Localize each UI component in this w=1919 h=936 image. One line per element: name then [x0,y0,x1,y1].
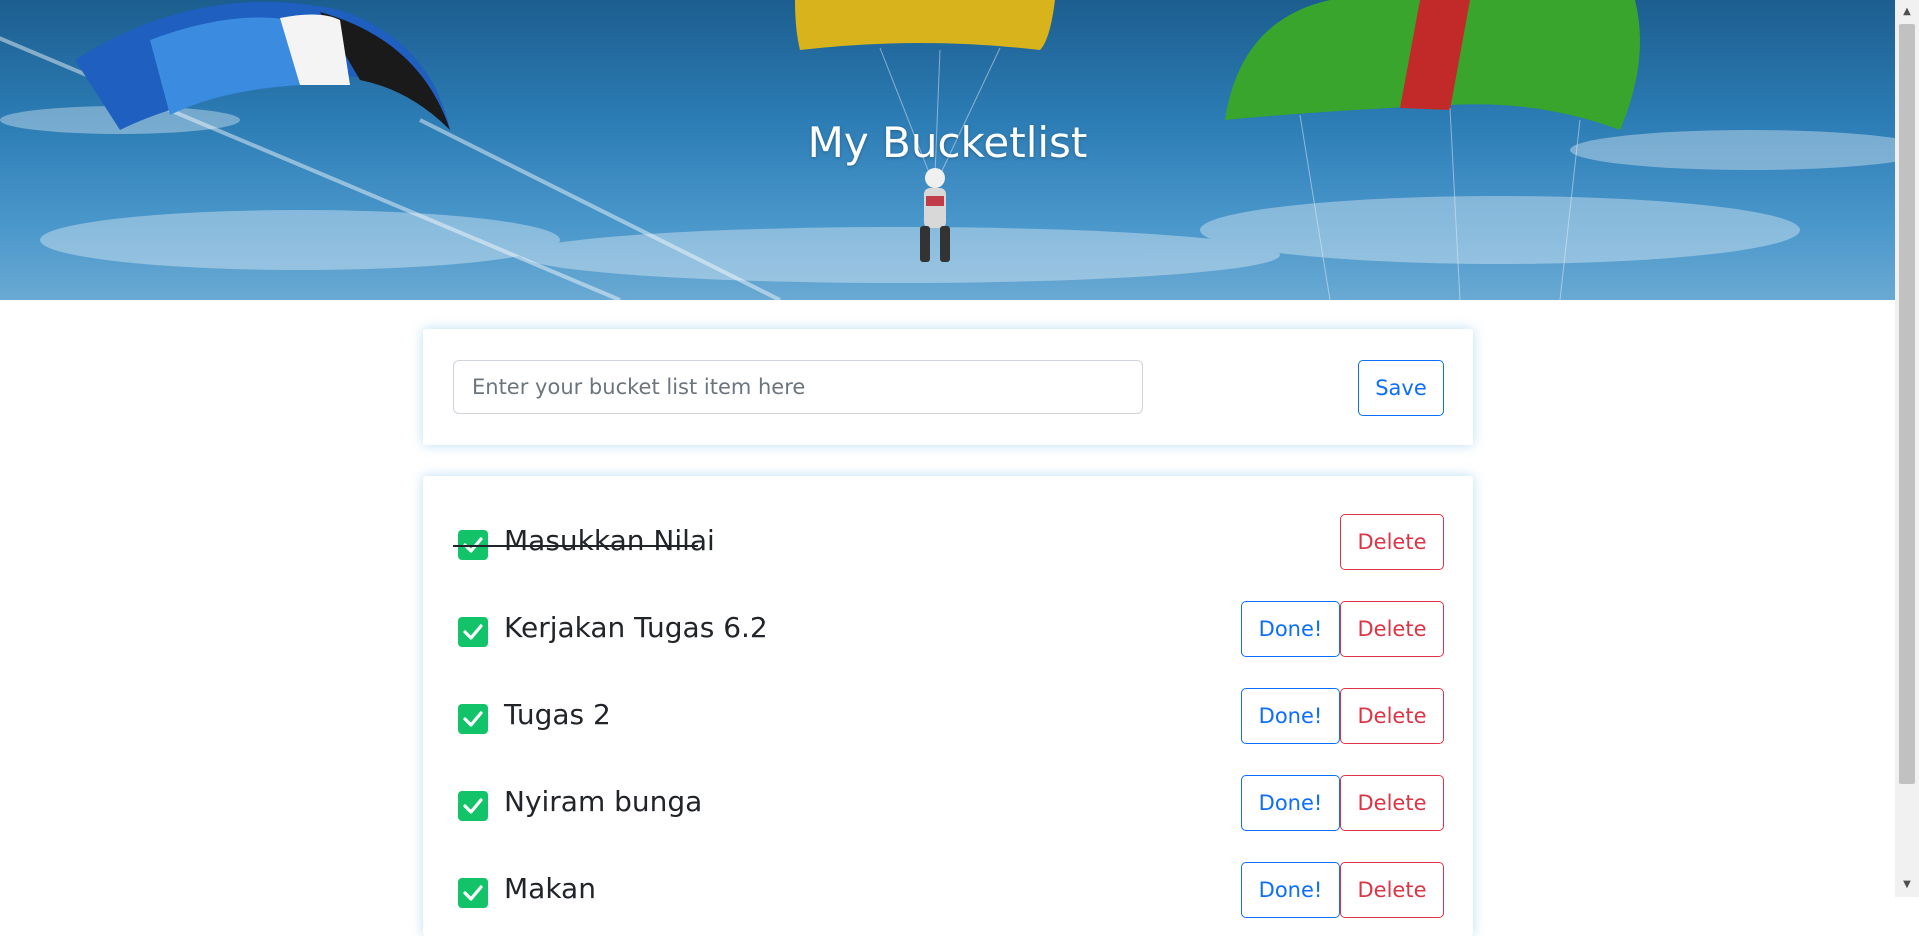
strikethrough-line [453,545,698,547]
scrollbar-thumb[interactable] [1899,24,1915,784]
checkbox[interactable] [458,704,488,734]
add-item-card: Save [423,329,1473,445]
item-text: Masukkan Nilai [504,524,715,557]
check-icon [463,624,483,640]
done-button[interactable]: Done! [1241,688,1340,744]
bucket-list-card: Masukkan Nilai Delete Kerjakan Tugas 6.2… [423,476,1473,936]
hero-banner: My Bucketlist [0,0,1895,300]
check-icon [463,885,483,901]
delete-button[interactable]: Delete [1340,862,1444,918]
item-text: Tugas 2 [504,698,611,731]
done-button[interactable]: Done! [1241,775,1340,831]
scroll-down-arrow-icon[interactable]: ▼ [1895,875,1919,895]
checkbox[interactable] [458,791,488,821]
save-button[interactable]: Save [1358,360,1444,416]
delete-button[interactable]: Delete [1340,514,1444,570]
delete-button[interactable]: Delete [1340,688,1444,744]
delete-button[interactable]: Delete [1340,601,1444,657]
checkbox[interactable] [458,617,488,647]
item-text: Nyiram bunga [504,785,703,818]
list-item: Kerjakan Tugas 6.2 Done! Delete [423,601,1473,657]
list-item: Masukkan Nilai Delete [423,514,1473,570]
checkbox[interactable] [458,878,488,908]
item-text: Kerjakan Tugas 6.2 [504,611,768,644]
list-item: Tugas 2 Done! Delete [423,688,1473,744]
page-title: My Bucketlist [807,118,1088,167]
list-item: Nyiram bunga Done! Delete [423,775,1473,831]
list-item: Makan Done! Delete [423,862,1473,918]
done-button[interactable]: Done! [1241,601,1340,657]
check-icon [463,711,483,727]
item-text: Makan [504,872,596,905]
done-button[interactable]: Done! [1241,862,1340,918]
bucket-item-input[interactable] [453,360,1143,414]
scroll-up-arrow-icon[interactable]: ▲ [1895,2,1919,22]
delete-button[interactable]: Delete [1340,775,1444,831]
check-icon [463,798,483,814]
